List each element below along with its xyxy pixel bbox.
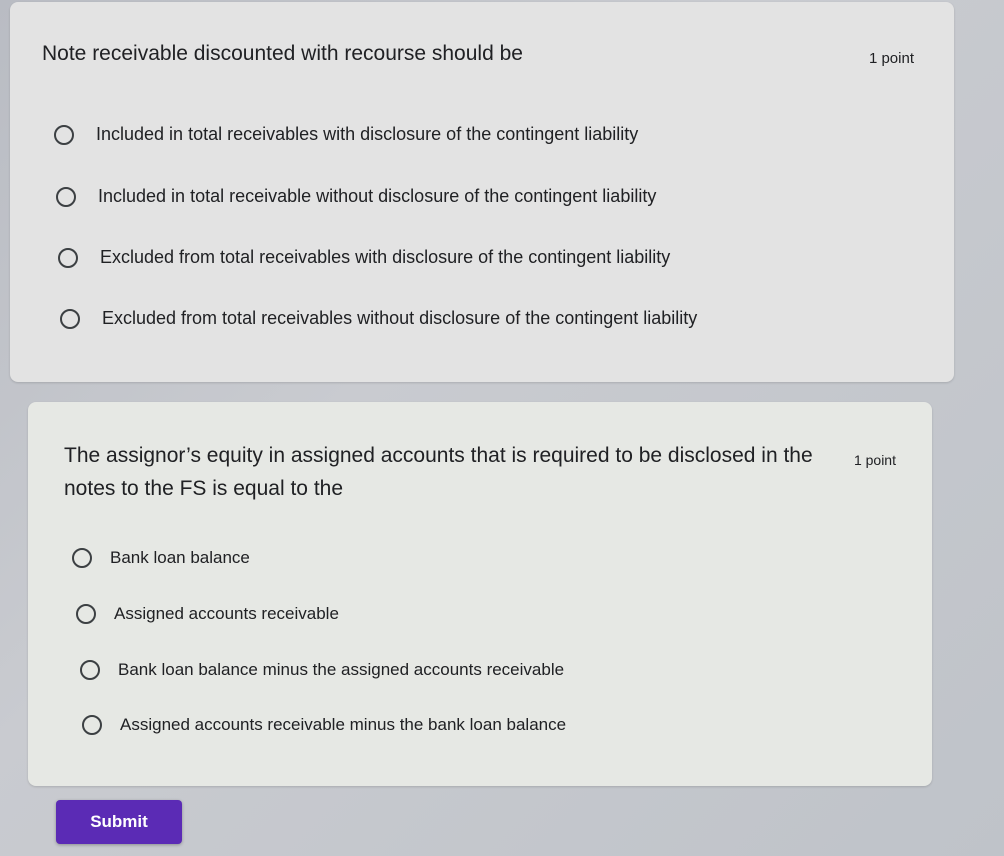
option-label: Bank loan balance minus the assigned acc…: [118, 660, 565, 679]
option-included-without-disclosure[interactable]: Included in total receivable without dis…: [56, 186, 656, 207]
option-bank-loan-balance[interactable]: Bank loan balance: [72, 548, 250, 568]
option-receivable-minus-loan[interactable]: Assigned accounts receivable minus the b…: [82, 715, 566, 735]
option-label: Assigned accounts receivable minus the b…: [120, 715, 567, 734]
radio-button-icon[interactable]: [72, 548, 92, 568]
option-included-with-disclosure[interactable]: Included in total receivables with discl…: [54, 124, 638, 145]
radio-button-icon[interactable]: [54, 124, 74, 145]
points-label: 1 point: [853, 452, 896, 468]
radio-button-icon[interactable]: [60, 308, 80, 329]
option-label: Excluded from total receivables with dis…: [100, 247, 671, 267]
option-label: Excluded from total receivables without …: [102, 308, 698, 328]
submit-button[interactable]: Submit: [56, 800, 182, 844]
option-label: Assigned accounts receivable: [114, 604, 339, 623]
radio-button-icon[interactable]: [82, 715, 102, 735]
option-excluded-without-disclosure[interactable]: Excluded from total receivables without …: [60, 308, 697, 329]
question-title: Note receivable discounted with recourse…: [42, 42, 523, 65]
question-card-1: Note receivable discounted with recourse…: [10, 2, 954, 382]
question-title: The assignor’s equity in assigned accoun…: [64, 444, 813, 500]
option-label: Included in total receivables with discl…: [96, 124, 639, 144]
question-card-2: The assignor’s equity in assigned accoun…: [28, 402, 932, 786]
radio-button-icon[interactable]: [56, 186, 76, 207]
points-label: 1 point: [868, 50, 914, 67]
radio-button-icon[interactable]: [80, 660, 100, 680]
option-assigned-accounts-receivable[interactable]: Assigned accounts receivable: [76, 604, 339, 624]
option-excluded-with-disclosure[interactable]: Excluded from total receivables with dis…: [58, 247, 670, 268]
radio-button-icon[interactable]: [58, 247, 78, 268]
radio-button-icon[interactable]: [76, 604, 96, 624]
option-label: Included in total receivable without dis…: [98, 186, 657, 206]
option-loan-minus-receivable[interactable]: Bank loan balance minus the assigned acc…: [80, 660, 564, 680]
option-label: Bank loan balance: [110, 548, 250, 567]
